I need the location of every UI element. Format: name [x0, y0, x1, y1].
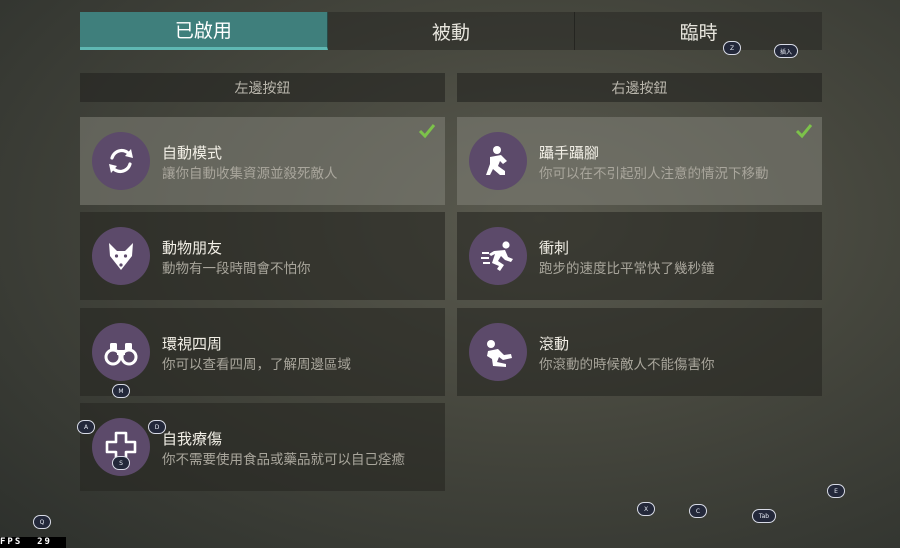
- fox-icon: [92, 227, 150, 285]
- skill-card-look-around[interactable]: 環視四周 你可以查看四周，了解周邊區域: [80, 308, 445, 396]
- skill-description: 跑步的速度比平常快了幾秒鐘: [539, 261, 715, 277]
- key-hint-tab: Tab: [752, 509, 776, 523]
- skill-card-animal-friend[interactable]: 動物朋友 動物有一段時間會不怕你: [80, 212, 445, 300]
- fps-label: FPS: [0, 537, 23, 547]
- skill-card-sprint[interactable]: 衝刺 跑步的速度比平常快了幾秒鐘: [457, 212, 822, 300]
- right-button-header: 右邊按鈕: [457, 73, 822, 102]
- skill-title: 衝刺: [539, 239, 570, 257]
- fps-counter: FPS 29: [0, 537, 66, 548]
- key-hint-e: E: [827, 484, 845, 498]
- roll-icon: [469, 323, 527, 381]
- skill-card-auto-mode[interactable]: 自動模式 讓你自動收集資源並殺死敵人: [80, 117, 445, 205]
- cycle-icon: [92, 132, 150, 190]
- skill-card-roll[interactable]: 滾動 你滾動的時候敵人不能傷害你: [457, 308, 822, 396]
- skill-title: 自動模式: [162, 144, 223, 162]
- key-hint-a: A: [77, 420, 95, 434]
- key-hint-c: C: [689, 504, 707, 518]
- skill-description: 你滾動的時候敵人不能傷害你: [539, 357, 715, 373]
- binoculars-icon: [92, 323, 150, 381]
- key-hint-s: S: [112, 456, 130, 470]
- tab-enabled[interactable]: 已啟用: [80, 12, 328, 50]
- skill-title: 動物朋友: [162, 239, 223, 257]
- skill-title: 自我療傷: [162, 430, 223, 448]
- checkmark-icon: [418, 124, 436, 139]
- left-button-header: 左邊按鈕: [80, 73, 445, 102]
- key-hint-z: Z: [723, 41, 741, 55]
- skill-description: 你可以查看四周，了解周邊區域: [162, 357, 351, 373]
- fps-value: 29: [37, 537, 52, 547]
- skill-description: 你不需要使用食品或藥品就可以自己痊癒: [162, 452, 405, 468]
- tab-passive[interactable]: 被動: [327, 12, 576, 50]
- skill-description: 你可以在不引起別人注意的情況下移動: [539, 166, 769, 182]
- skill-card-self-heal[interactable]: 自我療傷 你不需要使用食品或藥品就可以自己痊癒: [80, 403, 445, 491]
- skill-description: 動物有一段時間會不怕你: [162, 261, 311, 277]
- sprint-icon: [469, 227, 527, 285]
- key-hint-m: M: [112, 384, 130, 398]
- tab-bar: 已啟用 被動 臨時: [80, 12, 823, 50]
- checkmark-icon: [795, 124, 813, 139]
- key-hint-x: X: [637, 502, 655, 516]
- skill-title: 滾動: [539, 335, 570, 353]
- skill-title: 環視四周: [162, 335, 223, 353]
- crouch-icon: [469, 132, 527, 190]
- skill-title: 躡手躡腳: [539, 144, 600, 162]
- key-hint-q: Q: [33, 515, 51, 529]
- skill-card-sneak[interactable]: 躡手躡腳 你可以在不引起別人注意的情況下移動: [457, 117, 822, 205]
- skill-description: 讓你自動收集資源並殺死敵人: [162, 166, 338, 182]
- key-hint-insert: 插入: [774, 44, 798, 58]
- key-hint-d: D: [148, 420, 166, 434]
